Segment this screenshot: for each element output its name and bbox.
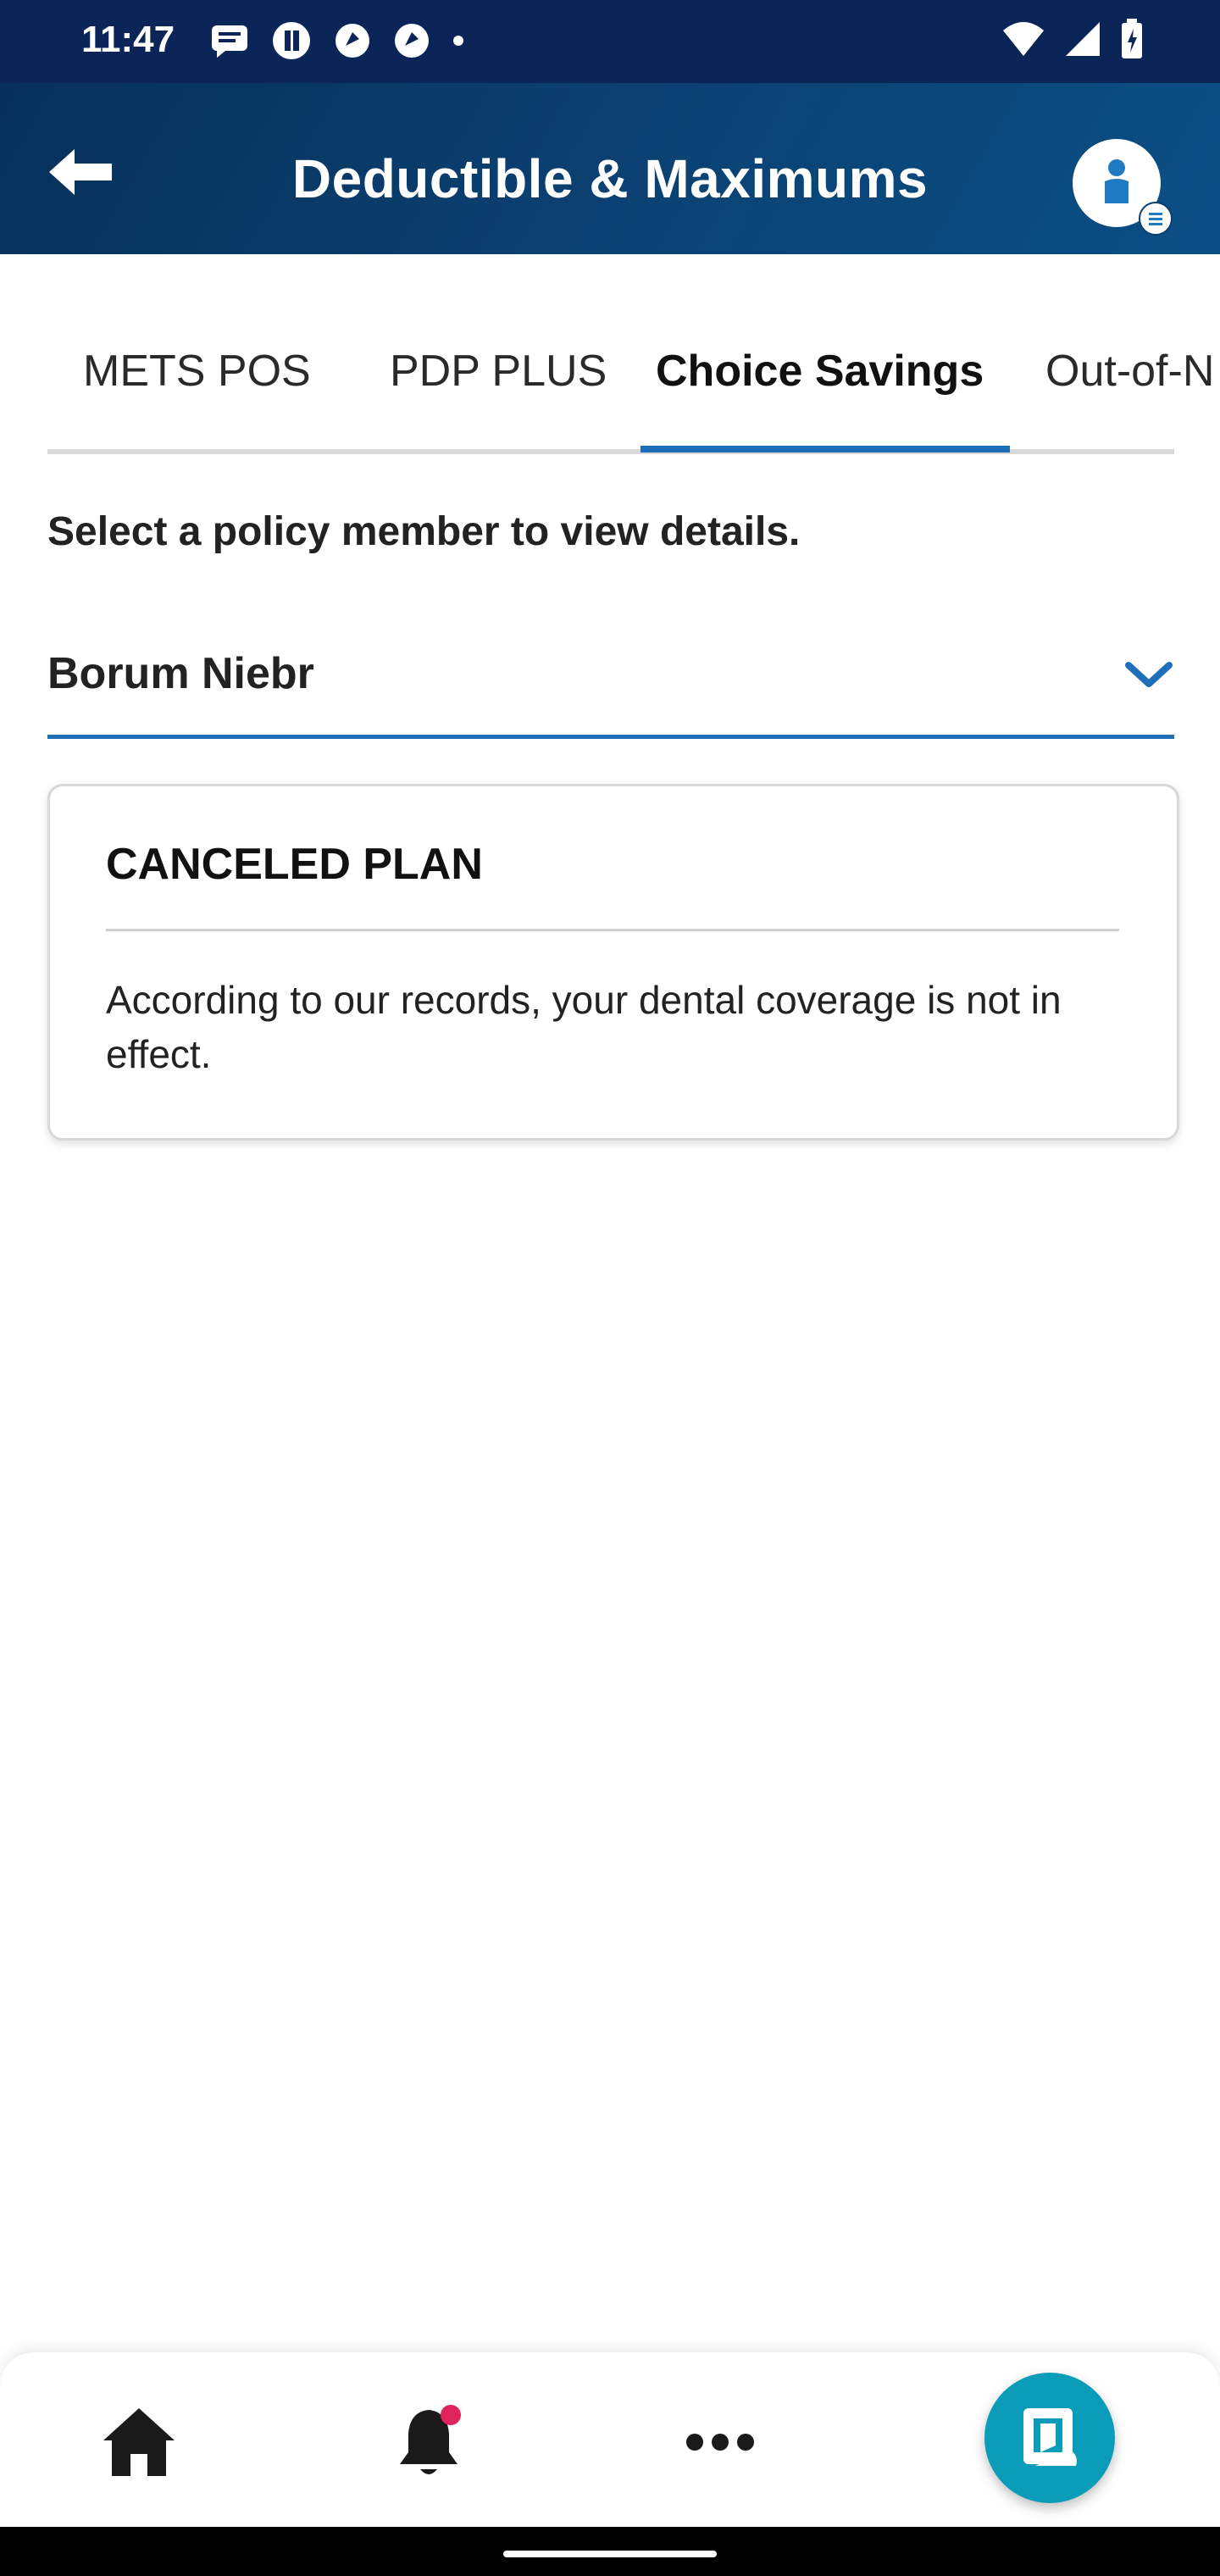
status-time: 11:47 — [81, 19, 175, 60]
notification-icons — [210, 20, 464, 61]
bottom-navigation — [0, 2352, 1220, 2527]
status-bar: 11:47 — [0, 0, 1220, 83]
selected-member: Borum Niebr — [47, 649, 314, 698]
plan-status-card: CANCELED PLAN According to our records, … — [47, 784, 1179, 1141]
card-title: CANCELED PLAN — [106, 840, 483, 889]
card-divider — [106, 929, 1119, 931]
menu-badge-icon — [1139, 202, 1173, 236]
app-icon — [336, 24, 369, 58]
gesture-bar — [0, 2527, 1220, 2576]
system-icons — [1001, 19, 1144, 59]
home-indicator[interactable] — [503, 2551, 717, 2557]
select-member-prompt: Select a policy member to view details. — [47, 509, 801, 554]
more-options-icon[interactable] — [678, 2400, 762, 2484]
tab-out-of-network[interactable]: Out-of-N — [1045, 346, 1214, 397]
app-icon — [273, 22, 310, 59]
tab-pdp-plus[interactable]: PDP PLUS — [390, 346, 607, 397]
dot-icon — [453, 36, 463, 46]
card-message: According to our records, your dental co… — [106, 978, 1062, 1076]
plan-tabs: METS POS PDP PLUS Choice Savings Out-of-… — [0, 254, 1220, 458]
member-dropdown[interactable]: Borum Niebr — [47, 640, 1174, 739]
notifications-bell-icon[interactable] — [386, 2400, 471, 2484]
battery-icon — [1122, 19, 1142, 58]
message-icon — [212, 25, 247, 58]
home-icon[interactable] — [97, 2400, 181, 2484]
app-icon — [395, 24, 429, 58]
id-card-button[interactable] — [984, 2373, 1115, 2503]
signal-icon — [1066, 22, 1100, 56]
wifi-icon — [1003, 22, 1044, 56]
tab-choice-savings[interactable]: Choice Savings — [656, 346, 984, 397]
chevron-down-icon[interactable] — [1123, 658, 1174, 692]
tab-mets-pos[interactable]: METS POS — [83, 346, 311, 397]
notification-dot — [441, 2405, 461, 2425]
id-card-icon — [1023, 2408, 1077, 2466]
active-tab-indicator — [640, 446, 1010, 452]
app-header: Deductible & Maximums — [0, 83, 1220, 254]
page-title: Deductible & Maximums — [291, 148, 929, 209]
